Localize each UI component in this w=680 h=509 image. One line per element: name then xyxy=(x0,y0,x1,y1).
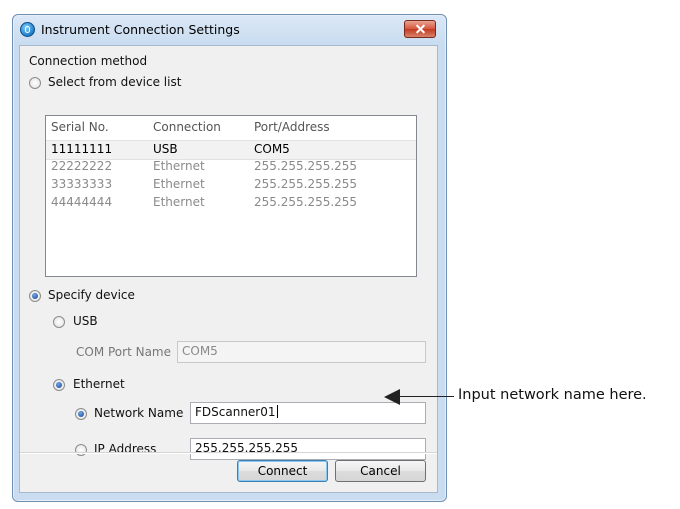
network-name-value: FDScanner01 xyxy=(195,405,276,419)
callout-arrow-icon xyxy=(384,389,400,405)
port-address-cell: COM5 xyxy=(254,142,290,156)
specify-device-label[interactable]: Specify device xyxy=(48,288,135,302)
device-list-row[interactable]: 33333333 Ethernet 255.255.255.255 xyxy=(46,176,416,194)
select-from-list-radio[interactable] xyxy=(29,77,41,89)
specify-device-radio[interactable] xyxy=(29,290,41,302)
connection-cell: Ethernet xyxy=(153,195,205,209)
cancel-button[interactable]: Cancel xyxy=(335,460,426,482)
network-name-label[interactable]: Network Name xyxy=(94,406,183,420)
usb-radio[interactable] xyxy=(53,316,65,328)
port-address-cell: 255.255.255.255 xyxy=(254,177,358,191)
serial-cell: 44444444 xyxy=(51,195,113,209)
dialog-client-area: Connection method Select from device lis… xyxy=(19,45,438,493)
network-name-input[interactable]: FDScanner01 xyxy=(190,402,426,424)
connection-cell: USB xyxy=(153,142,178,156)
callout-arrow-line xyxy=(397,396,454,397)
select-from-list-label[interactable]: Select from device list xyxy=(48,75,181,89)
connection-cell: Ethernet xyxy=(153,159,205,173)
serial-cell: 22222222 xyxy=(51,159,113,173)
text-caret xyxy=(276,405,278,418)
device-list-row[interactable]: 11111111 USB COM5 xyxy=(46,140,416,160)
device-list-row[interactable]: 44444444 Ethernet 255.255.255.255 xyxy=(46,194,416,212)
column-header-port-address[interactable]: Port/Address xyxy=(254,120,330,134)
window-title: Instrument Connection Settings xyxy=(41,22,240,37)
instrument-app-icon xyxy=(20,22,35,37)
connection-method-heading: Connection method xyxy=(29,54,148,68)
instrument-connection-dialog: Instrument Connection Settings Connectio… xyxy=(12,14,447,502)
ethernet-label[interactable]: Ethernet xyxy=(73,377,125,391)
device-list-row[interactable]: 22222222 Ethernet 255.255.255.255 xyxy=(46,158,416,176)
connect-button[interactable]: Connect xyxy=(237,460,328,482)
com-port-name-label: COM Port Name xyxy=(76,345,171,359)
usb-label[interactable]: USB xyxy=(73,314,98,328)
column-header-serial[interactable]: Serial No. xyxy=(51,120,109,134)
port-address-cell: 255.255.255.255 xyxy=(254,195,358,209)
serial-cell: 33333333 xyxy=(51,177,113,191)
device-list[interactable]: Serial No. Connection Port/Address 11111… xyxy=(45,115,417,277)
serial-cell: 11111111 xyxy=(51,142,113,156)
callout-annotation: Input network name here. xyxy=(458,387,647,403)
close-button[interactable] xyxy=(404,20,436,38)
com-port-name-field: COM5 xyxy=(177,341,426,363)
device-list-header: Serial No. Connection Port/Address xyxy=(46,116,416,141)
button-separator xyxy=(20,452,437,454)
ethernet-radio[interactable] xyxy=(53,379,65,391)
connection-cell: Ethernet xyxy=(153,177,205,191)
port-address-cell: 255.255.255.255 xyxy=(254,159,358,173)
ip-address-input[interactable]: 255.255.255.255 xyxy=(190,438,426,460)
title-bar[interactable]: Instrument Connection Settings xyxy=(13,15,446,47)
network-name-radio[interactable] xyxy=(75,408,87,420)
ip-address-radio[interactable] xyxy=(75,444,87,456)
column-header-connection[interactable]: Connection xyxy=(153,120,221,134)
